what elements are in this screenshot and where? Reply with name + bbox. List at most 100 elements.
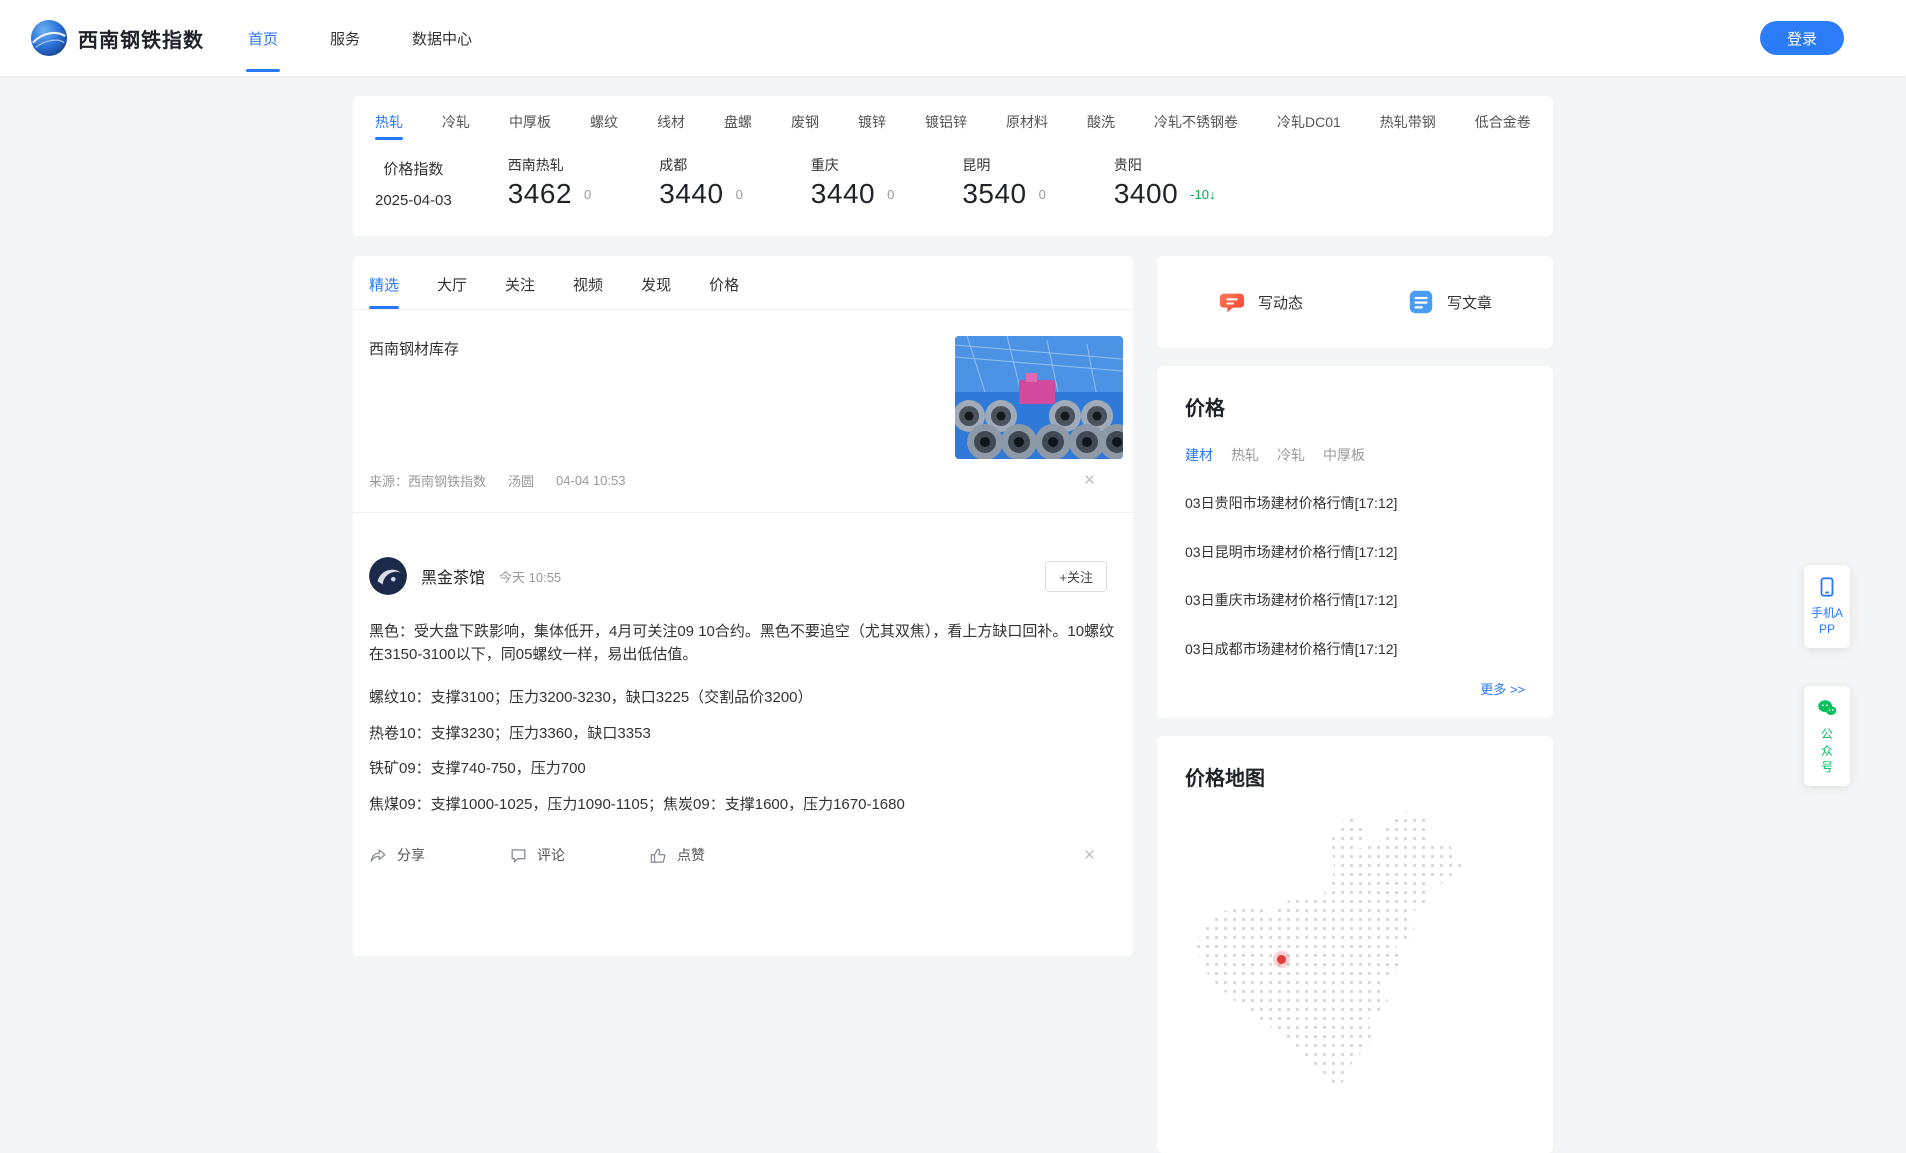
price-change: 0 — [1038, 186, 1046, 202]
price-change: 0 — [735, 186, 743, 202]
product-tab[interactable]: 镀铝锌 — [925, 112, 967, 145]
product-tab[interactable]: 线材 — [657, 112, 685, 145]
map-marker-icon[interactable] — [1276, 954, 1286, 964]
feed-post: 黑金茶馆 今天 10:55 +关注 黑色：受大盘下跌影响，集体低开，4月可关注0… — [369, 513, 1117, 887]
document-icon — [1409, 290, 1433, 314]
mobile-app-label: 手机APP — [1811, 606, 1844, 637]
china-map-dots — [1195, 810, 1464, 1093]
article-item[interactable]: 西南钢材库存 来源：西南钢铁指数 汤圆 04-04 10:53 × — [353, 310, 1133, 513]
like-label: 点赞 — [677, 847, 705, 863]
price-news-item[interactable]: 03日成都市场建材价格行情[17:12] — [1185, 640, 1525, 660]
feed-tab-featured[interactable]: 精选 — [369, 274, 399, 309]
price-value: 3400 — [1113, 178, 1179, 209]
nav-item-data-center[interactable]: 数据中心 — [386, 0, 498, 76]
city-label: 贵阳 — [1113, 157, 1142, 173]
price-tab-construction[interactable]: 建材 — [1185, 445, 1213, 465]
write-article-button[interactable]: 写文章 — [1407, 288, 1492, 316]
like-button[interactable]: 点赞 — [649, 845, 705, 865]
post-paragraph: 焦煤09：支撑1000-1025，压力1090-1105；焦炭09：支撑1600… — [369, 795, 905, 813]
product-tab[interactable]: 镀锌 — [858, 112, 886, 145]
price-index-date-value: 2025-04-03 — [375, 192, 452, 209]
mobile-app-button[interactable]: 手机APP — [1804, 565, 1850, 649]
post-header: 黑金茶馆 今天 10:55 +关注 — [369, 557, 1117, 595]
price-news-item[interactable]: 03日贵阳市场建材价格行情[17:12] — [1185, 494, 1525, 514]
price-map-card: 价格地图 — [1157, 736, 1553, 1153]
product-tab[interactable]: 废钢 — [791, 112, 819, 145]
article-time: 04-04 10:53 — [556, 473, 626, 488]
price-card-tabs: 建材 热轧 冷轧 中厚板 — [1185, 445, 1525, 465]
product-tab[interactable]: 热轧 — [375, 112, 403, 145]
price-change-down: -10↓ — [1190, 186, 1216, 202]
write-moment-label: 写动态 — [1257, 294, 1303, 312]
product-tab[interactable]: 酸洗 — [1087, 112, 1115, 145]
feed-tab-hall[interactable]: 大厅 — [437, 274, 467, 309]
globe-logo-icon — [30, 19, 68, 57]
price-group-kunming: 昆明 3540 0 — [962, 155, 1046, 210]
nav-item-services[interactable]: 服务 — [304, 0, 386, 76]
price-news-card: 价格 建材 热轧 冷轧 中厚板 03日贵阳市场建材价格行情[17:12] 03日… — [1157, 366, 1553, 719]
price-change: 0 — [887, 186, 895, 202]
more-link[interactable]: 更多 >> — [1185, 679, 1525, 698]
login-button[interactable]: 登录 — [1759, 21, 1844, 55]
wechat-icon — [1818, 700, 1837, 716]
article-thumbnail[interactable] — [955, 336, 1123, 459]
feed-tab-discover[interactable]: 发现 — [641, 274, 671, 309]
follow-button[interactable]: +关注 — [1045, 560, 1107, 592]
city-label: 重庆 — [810, 157, 839, 173]
post-time: 今天 10:55 — [499, 569, 562, 585]
price-index-row: 价格指数 2025-04-03 西南热轧 3462 0 成都 3440 0 重庆 — [353, 145, 1553, 236]
phone-icon — [1820, 577, 1834, 597]
price-tab-plate[interactable]: 中厚板 — [1323, 445, 1365, 465]
write-moment-button[interactable]: 写动态 — [1218, 288, 1303, 316]
share-button[interactable]: 分享 — [369, 845, 425, 865]
price-index-card: 热轧 冷轧 中厚板 螺纹 线材 盘螺 废钢 镀锌 镀铝锌 原材料 酸洗 冷轧不锈… — [353, 96, 1553, 236]
comment-label: 评论 — [537, 847, 565, 863]
product-tab[interactable]: 冷轧 — [442, 112, 470, 145]
product-tabs: 热轧 冷轧 中厚板 螺纹 线材 盘螺 废钢 镀锌 镀铝锌 原材料 酸洗 冷轧不锈… — [353, 96, 1553, 145]
user-avatar[interactable] — [369, 557, 407, 595]
write-article-label: 写文章 — [1447, 294, 1493, 312]
megaphone-icon — [1219, 293, 1245, 313]
comment-button[interactable]: 评论 — [509, 845, 565, 865]
product-tab[interactable]: 冷轧不锈钢卷 — [1154, 112, 1238, 145]
product-tab[interactable]: 盘螺 — [724, 112, 752, 145]
price-group-chongqing: 重庆 3440 0 — [811, 155, 895, 210]
city-label: 昆明 — [962, 157, 991, 173]
comment-icon — [511, 848, 526, 863]
article-close-icon[interactable]: × — [1084, 471, 1095, 490]
feed-tabs: 精选 大厅 关注 视频 发现 价格 — [353, 256, 1133, 310]
price-tab-cold-rolled[interactable]: 冷轧 — [1277, 445, 1305, 465]
china-dot-map[interactable] — [1185, 807, 1525, 1127]
article-source[interactable]: 来源：西南钢铁指数 — [369, 471, 486, 490]
product-tab[interactable]: 中厚板 — [509, 112, 551, 145]
price-group-southwest: 西南热轧 3462 0 — [508, 155, 592, 210]
product-tab[interactable]: 低合金卷 — [1475, 112, 1531, 145]
feed-card: 精选 大厅 关注 视频 发现 价格 西南钢材库存 来源：西南钢铁指数 汤圆 04… — [353, 256, 1133, 956]
product-tab[interactable]: 原材料 — [1006, 112, 1048, 145]
feed-tab-following[interactable]: 关注 — [505, 274, 535, 309]
post-username[interactable]: 黑金茶馆 — [421, 564, 485, 588]
post-body: 黑色：受大盘下跌影响，集体低开，4月可关注09 10合约。黑色不要追空（尤其双焦… — [369, 621, 1117, 816]
product-tab[interactable]: 热轧带钢 — [1380, 112, 1436, 145]
product-tab[interactable]: 冷轧DC01 — [1277, 112, 1341, 145]
price-tab-hot-rolled[interactable]: 热轧 — [1231, 445, 1259, 465]
feed-tab-video[interactable]: 视频 — [573, 274, 603, 309]
compose-card: 写动态 写文章 — [1157, 256, 1553, 348]
floating-buttons: 手机APP 公众号 — [1804, 565, 1850, 786]
price-news-item[interactable]: 03日昆明市场建材价格行情[17:12] — [1185, 543, 1525, 563]
price-map-title: 价格地图 — [1185, 768, 1265, 791]
price-value: 3462 — [507, 178, 573, 209]
article-meta: 来源：西南钢铁指数 汤圆 04-04 10:53 × — [369, 471, 1117, 490]
city-label: 西南热轧 — [507, 157, 564, 173]
price-news-item[interactable]: 03日重庆市场建材价格行情[17:12] — [1185, 591, 1525, 611]
nav-item-home[interactable]: 首页 — [222, 0, 304, 76]
article-author[interactable]: 汤圆 — [508, 471, 534, 490]
wechat-official-button[interactable]: 公众号 — [1804, 686, 1850, 786]
price-group-chengdu: 成都 3440 0 — [659, 155, 743, 210]
feed-tab-price[interactable]: 价格 — [709, 274, 739, 309]
brand[interactable]: 西南钢铁指数 — [30, 19, 204, 57]
brand-name: 西南钢铁指数 — [78, 29, 204, 52]
product-tab[interactable]: 螺纹 — [590, 112, 618, 145]
price-index-label: 价格指数 — [383, 161, 444, 178]
post-close-icon[interactable]: × — [1084, 846, 1095, 865]
